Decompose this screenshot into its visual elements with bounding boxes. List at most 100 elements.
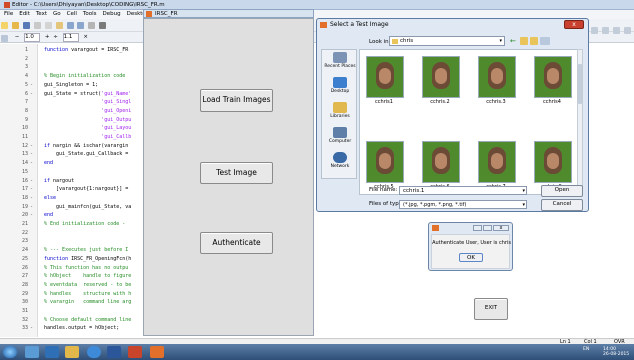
code-line[interactable]: gui_State = struct('gui_Name' xyxy=(44,90,131,98)
file-explorer-icon[interactable] xyxy=(65,346,79,358)
copy-icon[interactable] xyxy=(44,22,52,29)
split-horizontal-icon[interactable] xyxy=(601,27,609,34)
cell-mode-icon[interactable] xyxy=(1,35,8,42)
code-line[interactable]: function varargout = IRSC_FR xyxy=(44,46,128,54)
decrement-button[interactable]: − xyxy=(15,34,20,40)
file-thumbnail-6[interactable] xyxy=(422,141,460,183)
cancel-button[interactable]: Cancel xyxy=(541,199,583,211)
look-in-select[interactable]: chris ▾ xyxy=(389,36,505,46)
load-train-images-button[interactable]: Load Train Images xyxy=(200,89,273,112)
code-line[interactable]: % Begin initialization code xyxy=(44,72,125,80)
dialog-close-button[interactable]: x xyxy=(564,20,584,29)
code-line[interactable]: gui_Singleton = 1; xyxy=(44,81,98,89)
code-line[interactable]: 'gui_Outpu xyxy=(44,116,131,124)
new-file-icon[interactable] xyxy=(1,22,8,29)
plus-button[interactable]: + xyxy=(45,34,50,40)
view-menu-icon[interactable] xyxy=(540,37,550,45)
up-folder-icon[interactable] xyxy=(520,37,528,45)
file-thumbnail-1[interactable] xyxy=(366,56,404,98)
menu-cell[interactable]: Cell xyxy=(67,11,77,17)
menu-tools[interactable]: Tools xyxy=(83,11,97,17)
file-thumbnail-7[interactable] xyxy=(478,141,516,183)
code-line[interactable]: 'gui_Openi xyxy=(44,107,131,115)
maximize-button[interactable] xyxy=(483,225,492,231)
media-player-icon[interactable] xyxy=(25,346,39,358)
file-label[interactable]: cchris4 xyxy=(529,99,575,105)
code-line[interactable]: 'gui_Callb xyxy=(44,133,131,141)
file-type-select[interactable]: (*.jpg, *.pgm, *.png, *.tif) ▾ xyxy=(399,200,527,209)
code-line[interactable]: gui_mainfcn(gui_State, va xyxy=(44,203,131,211)
code-line[interactable]: % eventdata reserved - to be xyxy=(44,281,131,289)
menu-file[interactable]: File xyxy=(4,11,13,17)
undo-icon[interactable] xyxy=(66,22,74,29)
code-line[interactable]: % --- Executes just before I xyxy=(44,246,128,254)
minimize-button[interactable] xyxy=(473,225,482,231)
breakpoint-marker[interactable]: - xyxy=(30,185,36,193)
ok-button[interactable]: OK xyxy=(459,253,483,262)
file-label[interactable]: cchris.3 xyxy=(473,99,519,105)
file-name-input[interactable]: cchris.1 ▾ xyxy=(399,186,527,195)
back-icon[interactable]: ← xyxy=(510,37,518,45)
open-button[interactable]: Open xyxy=(541,185,583,197)
code-line[interactable]: % This function has no outpu xyxy=(44,264,128,272)
split-vertical-icon[interactable] xyxy=(612,27,620,34)
save-icon[interactable] xyxy=(22,22,30,29)
breakpoint-marker[interactable]: - xyxy=(30,203,36,211)
matlab-taskbar-icon[interactable] xyxy=(150,346,164,358)
divide-button[interactable]: ÷ xyxy=(53,34,58,40)
menu-debug[interactable]: Debug xyxy=(102,11,120,17)
menu-edit[interactable]: Edit xyxy=(19,11,30,17)
tile-icon[interactable] xyxy=(591,27,598,34)
file-list-scrollbar[interactable] xyxy=(577,49,583,195)
powerpoint-icon[interactable] xyxy=(128,346,142,358)
code-line[interactable]: % varargin command line arg xyxy=(44,298,131,306)
test-image-button[interactable]: Test Image xyxy=(200,162,273,184)
multiply-button[interactable]: × xyxy=(83,34,88,40)
file-label[interactable]: cchris.2 xyxy=(417,99,463,105)
open-file-icon[interactable] xyxy=(11,22,19,29)
breakpoint-marker[interactable]: - xyxy=(30,194,36,202)
media-center-icon[interactable] xyxy=(45,346,59,358)
scrollbar-thumb[interactable] xyxy=(578,64,582,104)
menu-text[interactable]: Text xyxy=(36,11,47,17)
file-thumbnail-3[interactable] xyxy=(478,56,516,98)
new-folder-icon[interactable] xyxy=(530,37,538,45)
code-line[interactable]: [varargout{1:nargout}] = xyxy=(44,185,128,193)
redo-icon[interactable] xyxy=(77,22,85,29)
language-indicator[interactable]: EN xyxy=(583,347,589,352)
file-thumbnail-4[interactable] xyxy=(534,56,572,98)
code-line[interactable]: if nargin && ischar(varargin xyxy=(44,142,128,150)
breakpoint-marker[interactable]: - xyxy=(30,324,36,332)
increment-value-field[interactable]: 1.0 xyxy=(24,33,41,42)
breakpoint-marker[interactable]: - xyxy=(30,177,36,185)
file-thumbnail-8[interactable] xyxy=(534,141,572,183)
cut-icon[interactable] xyxy=(33,22,41,29)
clock[interactable]: 14:00 26-08-2015 xyxy=(603,347,629,357)
code-line[interactable]: % handles structure with h xyxy=(44,290,131,298)
code-line[interactable]: end xyxy=(44,211,53,219)
divide-value-field[interactable]: 1.1 xyxy=(62,33,79,42)
code-line[interactable]: if nargout xyxy=(44,177,74,185)
breakpoint-marker[interactable]: - xyxy=(30,159,36,167)
places-recent[interactable]: Recent Places xyxy=(322,52,358,69)
file-thumbnail-5[interactable] xyxy=(366,141,404,183)
code-line[interactable]: gui_State.gui_Callback = xyxy=(44,150,128,158)
breakpoint-marker[interactable]: - xyxy=(30,150,36,158)
breakpoint-marker[interactable]: - xyxy=(30,211,36,219)
code-line[interactable]: 'gui_Singl xyxy=(44,98,131,106)
breakpoint-marker[interactable]: - xyxy=(30,81,36,89)
code-line[interactable]: % End initialization code - xyxy=(44,220,125,228)
places-computer[interactable]: Computer xyxy=(322,127,358,144)
code-line[interactable]: handles.output = hObject; xyxy=(44,324,119,332)
places-libraries[interactable]: Libraries xyxy=(322,102,358,119)
breakpoint-marker[interactable]: - xyxy=(30,90,36,98)
code-line[interactable]: else xyxy=(44,194,56,202)
breakpoint-marker[interactable]: - xyxy=(30,142,36,150)
file-thumbnail-2[interactable] xyxy=(422,56,460,98)
code-line[interactable]: end xyxy=(44,159,53,167)
internet-explorer-icon[interactable] xyxy=(87,346,101,358)
code-line[interactable]: % Choose default command line xyxy=(44,316,131,324)
authenticate-button[interactable]: Authenticate xyxy=(200,232,273,254)
code-line[interactable]: 'gui_Layou xyxy=(44,124,131,132)
menu-go[interactable]: Go xyxy=(53,11,61,17)
